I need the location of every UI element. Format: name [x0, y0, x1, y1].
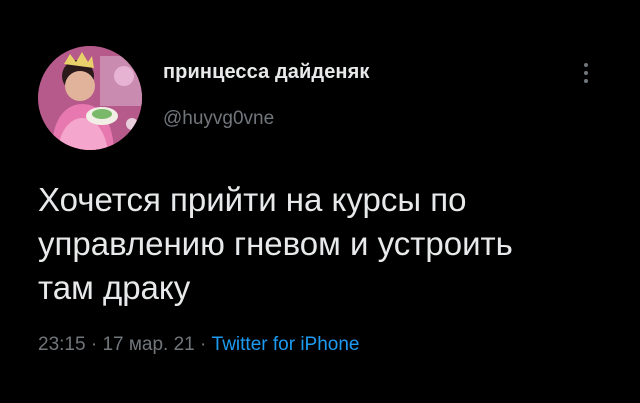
tweet-meta: 23:15 · 17 мар. 21 · Twitter for iPhone [38, 334, 359, 356]
tweet-source-link[interactable]: Twitter for iPhone [212, 334, 360, 355]
tweet-text-line: управлению гневом и устроить [38, 225, 513, 262]
tweet-text-line: Хочется прийти на курсы по [38, 181, 467, 218]
meta-separator: · [85, 334, 103, 355]
display-name[interactable]: принцесса дайденяк [163, 61, 370, 84]
user-handle[interactable]: @huyvg0vne [163, 108, 274, 130]
tweet-text: Хочется прийти на курсы по управлению гн… [38, 178, 618, 310]
tweet-card: принцесса дайденяк @huyvg0vne Хочется пр… [0, 0, 640, 403]
avatar[interactable] [38, 46, 142, 150]
tweet-time[interactable]: 23:15 [38, 334, 86, 355]
tweet-text-line: там драку [38, 269, 191, 306]
avatar-photo [38, 46, 142, 150]
tweet-date[interactable]: 17 мар. 21 [102, 334, 194, 355]
meta-separator: · [194, 334, 212, 355]
more-vertical-icon[interactable] [578, 63, 594, 93]
